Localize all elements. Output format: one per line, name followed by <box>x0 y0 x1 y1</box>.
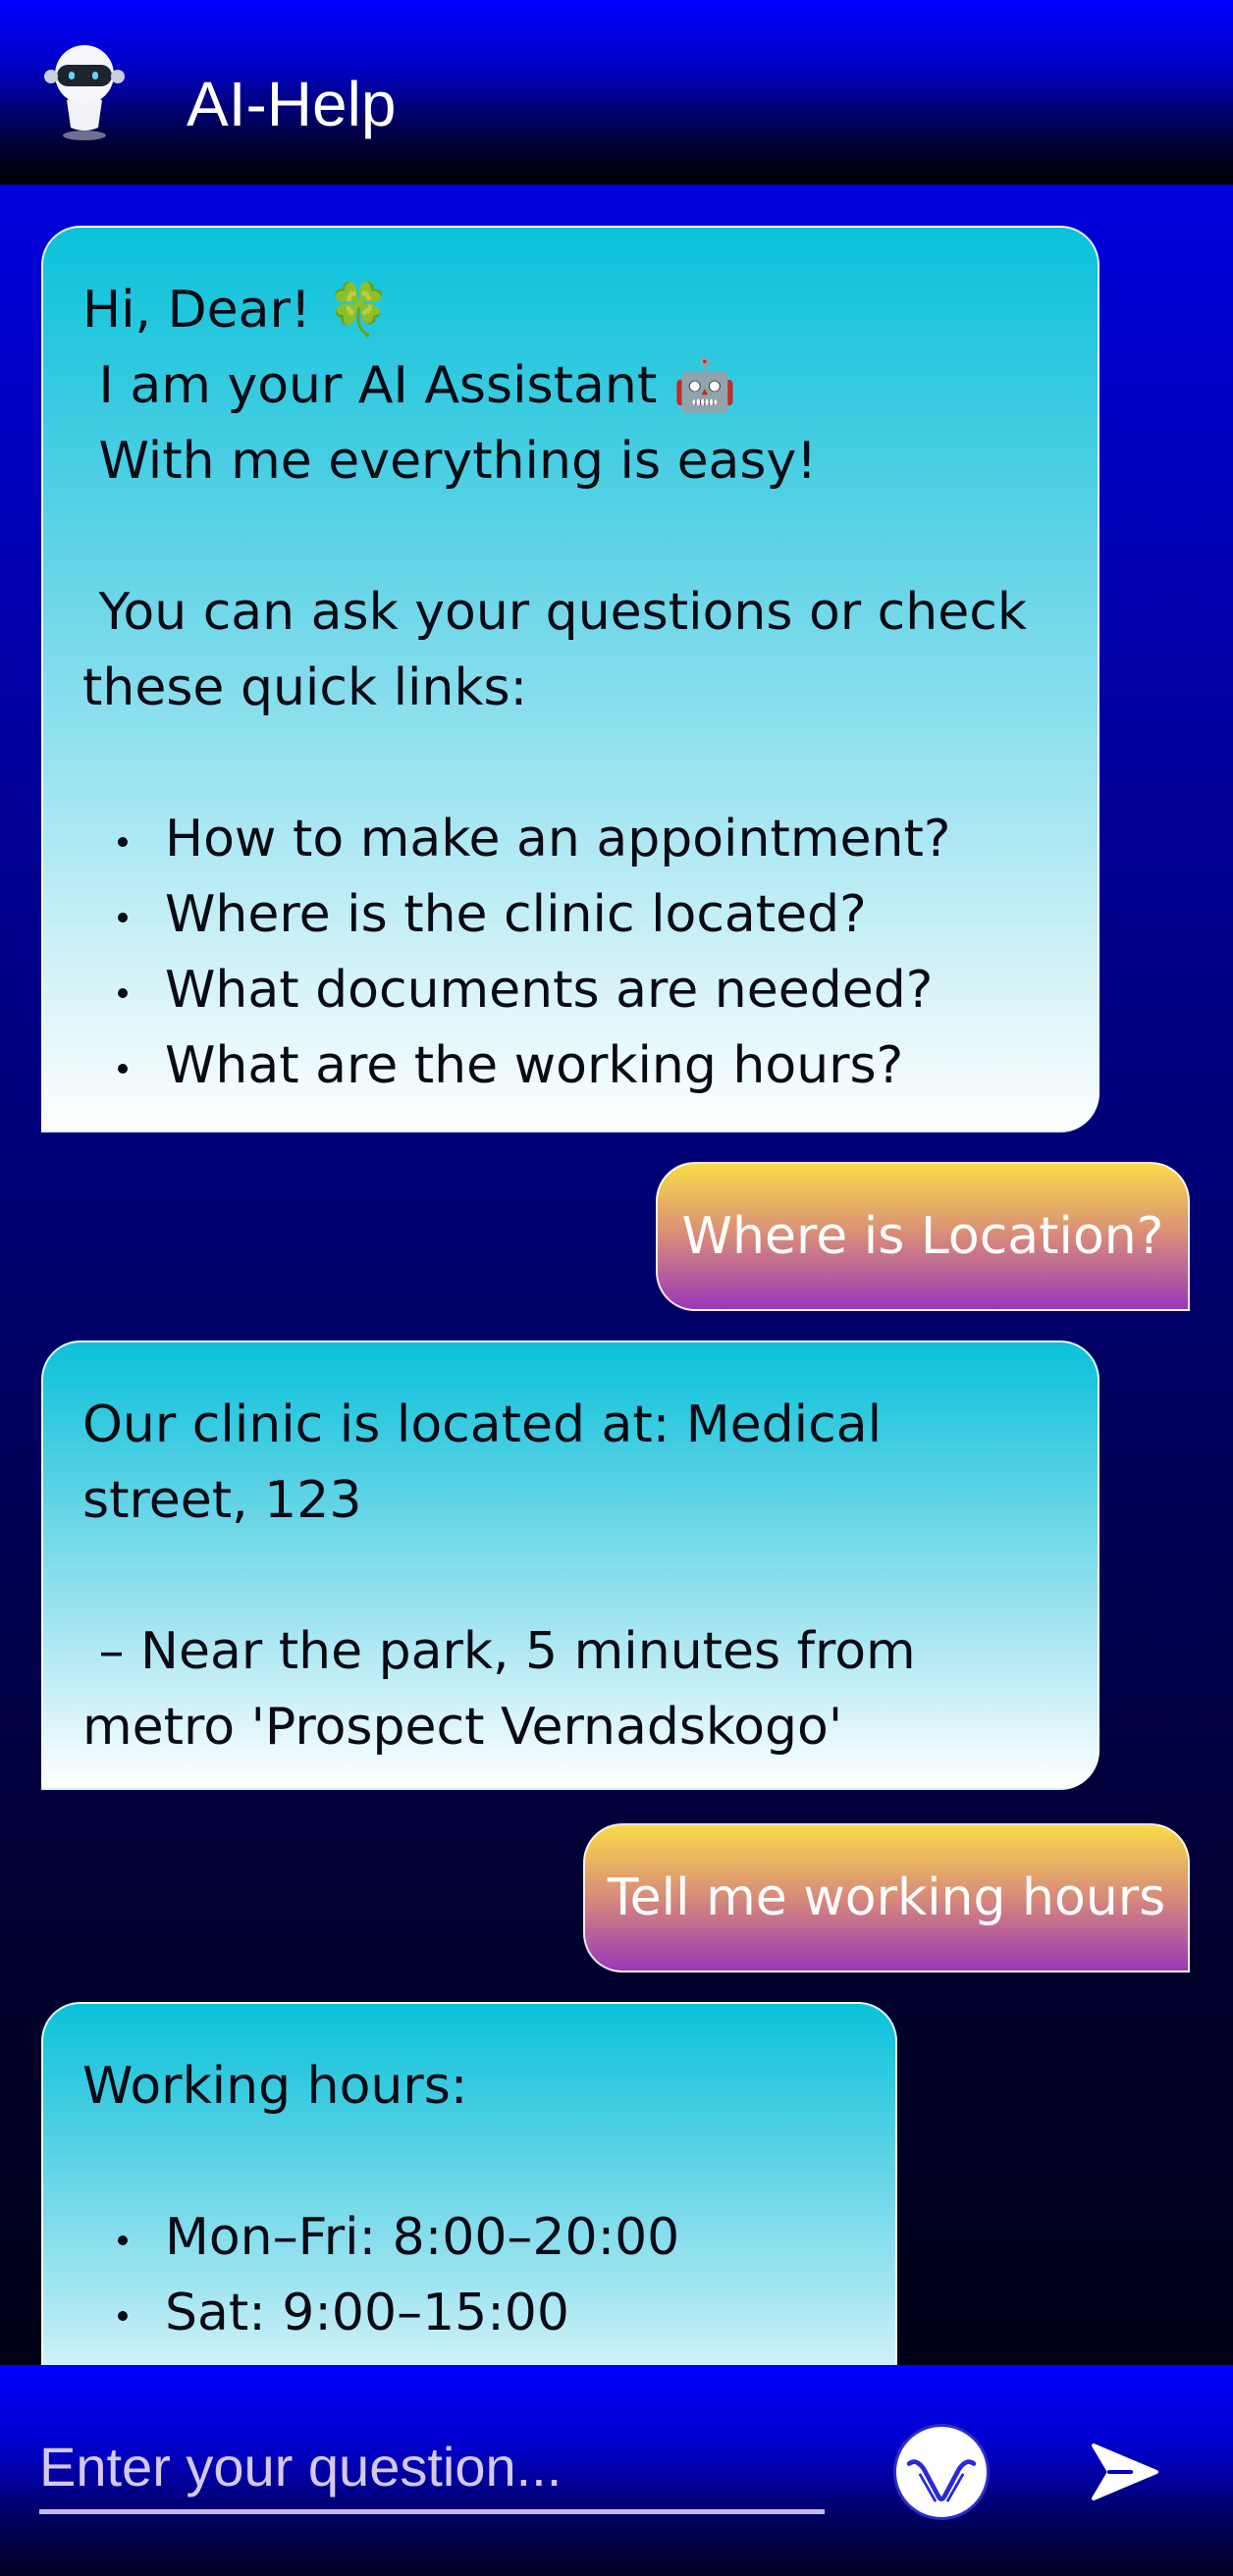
quick-links-list: How to make an appointment? Where is the… <box>82 802 1058 1104</box>
app-bar: AI-Help <box>0 0 1233 184</box>
hours-item: Sat: 9:00–15:00 <box>82 2276 856 2351</box>
bot-message-location: Our clinic is located at: Medical street… <box>41 1341 1099 1790</box>
quick-link[interactable]: What are the working hours? <box>82 1028 1058 1104</box>
app-title: AI-Help <box>187 69 397 139</box>
user-message-location: Where is Location? <box>656 1162 1190 1311</box>
chat-area[interactable]: Hi, Dear! 🍀 I am your AI Assistant 🤖 Wit… <box>0 184 1233 2365</box>
robot-mascot-icon <box>44 45 125 140</box>
quick-link[interactable]: What documents are needed? <box>82 953 1058 1028</box>
greeting-text: Hi, Dear! 🍀 I am your AI Assistant 🤖 Wit… <box>82 281 1027 717</box>
voice-wave-icon <box>906 2459 977 2502</box>
send-button[interactable] <box>1088 2438 1160 2506</box>
hours-item: Sunday: closed <box>82 2351 856 2365</box>
location-reply-text: Our clinic is located at: Medical street… <box>82 1395 916 1757</box>
bot-message-hours: Working hours: Mon–Fri: 8:00–20:00 Sat: … <box>41 2002 897 2365</box>
quick-link[interactable]: How to make an appointment? <box>82 802 1058 877</box>
hours-list: Mon–Fri: 8:00–20:00 Sat: 9:00–15:00 Sund… <box>82 2200 856 2365</box>
hours-reply-title: Working hours: <box>82 2057 468 2116</box>
bot-message-greeting: Hi, Dear! 🍀 I am your AI Assistant 🤖 Wit… <box>41 226 1099 1132</box>
user-message-hours: Tell me working hours <box>583 1823 1190 1972</box>
hours-item: Mon–Fri: 8:00–20:00 <box>82 2200 856 2276</box>
question-input[interactable] <box>39 2424 825 2514</box>
voice-button[interactable] <box>893 2424 990 2520</box>
quick-link[interactable]: Where is the clinic located? <box>82 877 1058 953</box>
